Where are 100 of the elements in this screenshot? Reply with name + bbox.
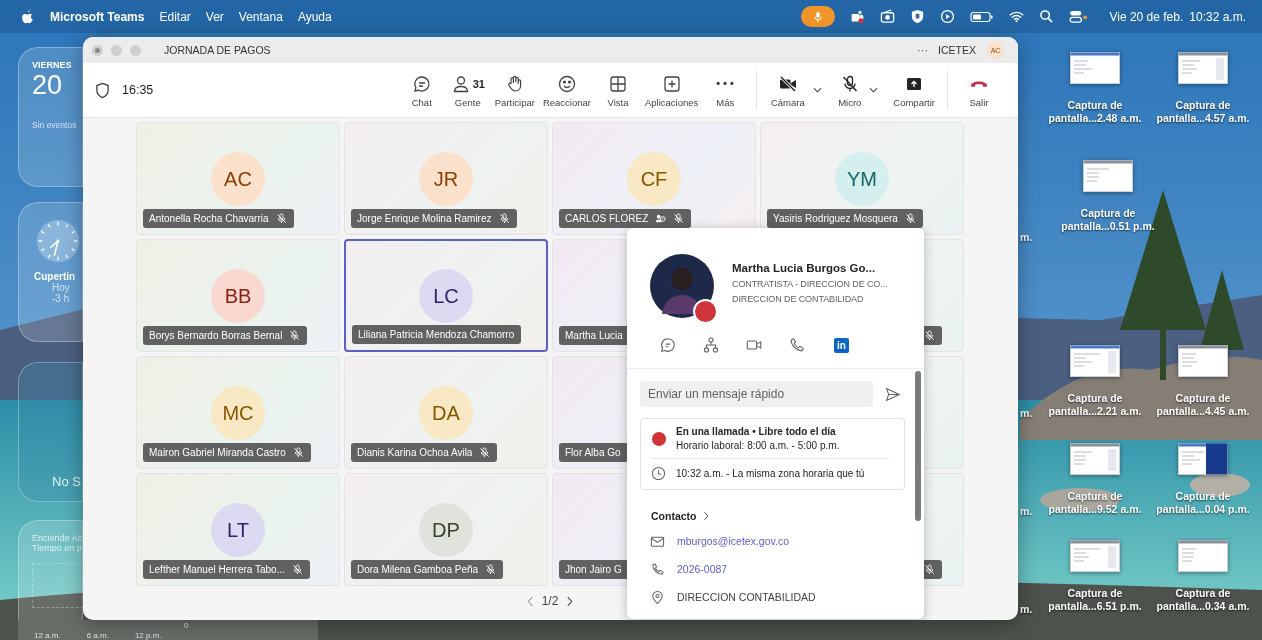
shield-icon[interactable]	[910, 9, 926, 24]
toolbar-button[interactable]: Aplicaciones	[641, 72, 702, 108]
participant-avatar: DA	[419, 386, 473, 440]
participant-avatar: CF	[627, 152, 681, 206]
file-name[interactable]: Captura de pantalla...4.45 a.m.	[1156, 392, 1250, 418]
participant-tile[interactable]: AC Antonella Rocha Chavarria	[136, 122, 340, 235]
participant-tile[interactable]: CF CARLOS FLOREZ	[552, 122, 756, 235]
org-chart-icon[interactable]	[702, 336, 720, 354]
toolbar-button[interactable]: Participar	[491, 72, 538, 108]
toolbar-button[interactable]: Compartir	[890, 72, 938, 108]
message-input[interactable]: Enviar un mensaje rápido	[640, 381, 873, 407]
toggle-button[interactable]: Micro	[828, 72, 889, 108]
participant-tile[interactable]: YM Yasiris Rodriguez Mosquera	[760, 122, 964, 235]
file-name[interactable]: m.	[1020, 231, 1033, 244]
participant-name: Jorge Enrique Molina Ramirez	[357, 213, 492, 224]
day-label: Hoy	[52, 282, 70, 293]
caret-icon	[812, 86, 822, 93]
clock-icon	[651, 466, 666, 481]
shield-icon[interactable]	[95, 81, 110, 99]
app-menu[interactable]: Microsoft Teams	[50, 9, 145, 24]
file-name[interactable]: Captura de pantalla...0.34 a.m.	[1156, 587, 1250, 613]
toolbar-button[interactable]: Más	[703, 72, 748, 108]
analog-clock-icon	[36, 219, 80, 263]
linkedin-logo[interactable]: in	[834, 337, 849, 353]
file-name[interactable]: Captura de pantalla...2.21 a.m.	[1048, 392, 1142, 418]
phone-icon	[650, 561, 665, 577]
email-link[interactable]: mburgos@icetex.gov.co	[677, 535, 789, 547]
participant-tile[interactable]: DP Dora Milena Gamboa Peña	[344, 473, 548, 586]
chat-icon[interactable]	[659, 336, 677, 354]
caret-icon	[869, 86, 879, 93]
department: DIRECCION DE CONTABILIDAD	[732, 294, 865, 304]
participant-avatar: BB	[211, 269, 265, 323]
add-icon	[661, 73, 682, 94]
toolbar-button[interactable]: 31 Gente	[445, 72, 490, 108]
menu-bar-date[interactable]: Vie 20 de feb.	[1109, 9, 1184, 24]
participant-tile[interactable]: DA Dianis Karina Ochoa Avila	[344, 356, 548, 469]
toolbar-button[interactable]: Reaccionar	[539, 72, 594, 108]
toolbar-button[interactable]: Vista	[595, 72, 640, 108]
participant-name: Flor Alba Go	[565, 447, 621, 458]
chevron-right-icon	[702, 511, 709, 521]
participant-name: Borys Bernardo Borras Bernal	[149, 330, 283, 341]
menu-item[interactable]: Ventana	[238, 9, 283, 24]
phone-link[interactable]: 2026-0087	[677, 563, 728, 575]
local-time: 10:32 a.m. - La misma zona horaria que tú	[676, 468, 865, 479]
wifi-icon[interactable]	[1009, 9, 1025, 24]
participant-tile[interactable]: JR Jorge Enrique Molina Ramirez	[344, 122, 548, 235]
file-name[interactable]: m.	[1020, 407, 1033, 420]
location-icon	[650, 589, 665, 605]
calendar-widget[interactable]: VIERNES 20 Sin eventos	[18, 47, 83, 187]
city-name: Cupertin	[34, 271, 76, 282]
close-button[interactable]	[92, 44, 103, 56]
file-name[interactable]: Captura de pantalla...6.51 p.m.	[1048, 587, 1142, 613]
screenshot-icon[interactable]	[1070, 345, 1120, 377]
widget-text: No S	[52, 474, 81, 489]
file-name[interactable]: Captura de pantalla...2.48 a.m.	[1048, 99, 1142, 125]
participant-avatar: YM	[835, 152, 889, 206]
battery-icon[interactable]	[970, 10, 995, 23]
widget-text: Enciende Ac	[32, 533, 82, 543]
window-title: JORNADA DE PAGOS	[164, 44, 271, 56]
leave-button[interactable]: Salir	[957, 72, 1001, 108]
contact-section-toggle[interactable]: Contacto	[651, 510, 709, 522]
participant-tile[interactable]: LC Liliana Patricia Mendoza Chamorro	[344, 239, 548, 352]
participant-name: Dora Milena Gamboa Peña	[357, 564, 479, 575]
status-dot	[652, 431, 666, 446]
participant-avatar: AC	[211, 152, 265, 206]
menu-item[interactable]: Ver	[205, 9, 224, 24]
axis-label: 12 p.m.	[134, 631, 162, 640]
toggle-button[interactable]: Cámara	[766, 72, 827, 108]
toolbar-button[interactable]: Chat	[399, 72, 444, 108]
scrollbar-thumb[interactable]	[915, 371, 921, 521]
profile-name: Martha Lucia Burgos Go...	[732, 262, 877, 274]
layout-icon	[607, 73, 628, 94]
participant-name: Martha Lucia	[565, 330, 623, 341]
play-icon[interactable]	[940, 9, 956, 24]
next-page-icon[interactable]	[566, 595, 574, 607]
status-text: En una llamada • Libre todo el día	[676, 426, 837, 437]
participant-tile[interactable]: BB Borys Bernardo Borras Bernal	[136, 239, 340, 352]
apple-icon[interactable]	[20, 8, 35, 25]
radio-icon[interactable]	[880, 9, 896, 24]
file-name[interactable]: Captura de pantalla...4.57 a.m.	[1156, 99, 1250, 125]
screenshot-icon[interactable]	[1178, 443, 1228, 475]
participant-name: CARLOS FLOREZ	[565, 213, 649, 224]
file-name[interactable]: m.	[1020, 603, 1033, 616]
smile-icon	[556, 73, 577, 94]
more-button[interactable]: ···	[917, 44, 929, 56]
more-icon	[715, 80, 736, 87]
participant-name: Antonella Rocha Chavarria	[149, 213, 269, 224]
menu-item[interactable]: Editar	[159, 9, 191, 24]
search-icon[interactable]	[1039, 9, 1055, 24]
working-hours: Horario laboral: 8:00 a.m. - 5:00 p.m.	[676, 440, 840, 451]
screenshot-icon[interactable]	[1070, 52, 1120, 84]
teams-icon[interactable]	[850, 9, 866, 24]
send-icon[interactable]	[884, 385, 901, 403]
phone-icon[interactable]	[788, 336, 806, 354]
menu-item[interactable]: Ayuda	[297, 9, 332, 24]
participant-name: Dianis Karina Ochoa Avila	[357, 447, 473, 458]
participant-tile[interactable]: MC Mairon Gabriel Miranda Castro	[136, 356, 340, 469]
menu-bar-clock[interactable]: 10:32 a.m.	[1189, 9, 1246, 24]
participant-tile[interactable]: LT Lefther Manuel Herrera Tabo...	[136, 473, 340, 586]
participant-name: Jhon Jairo G	[565, 564, 622, 575]
